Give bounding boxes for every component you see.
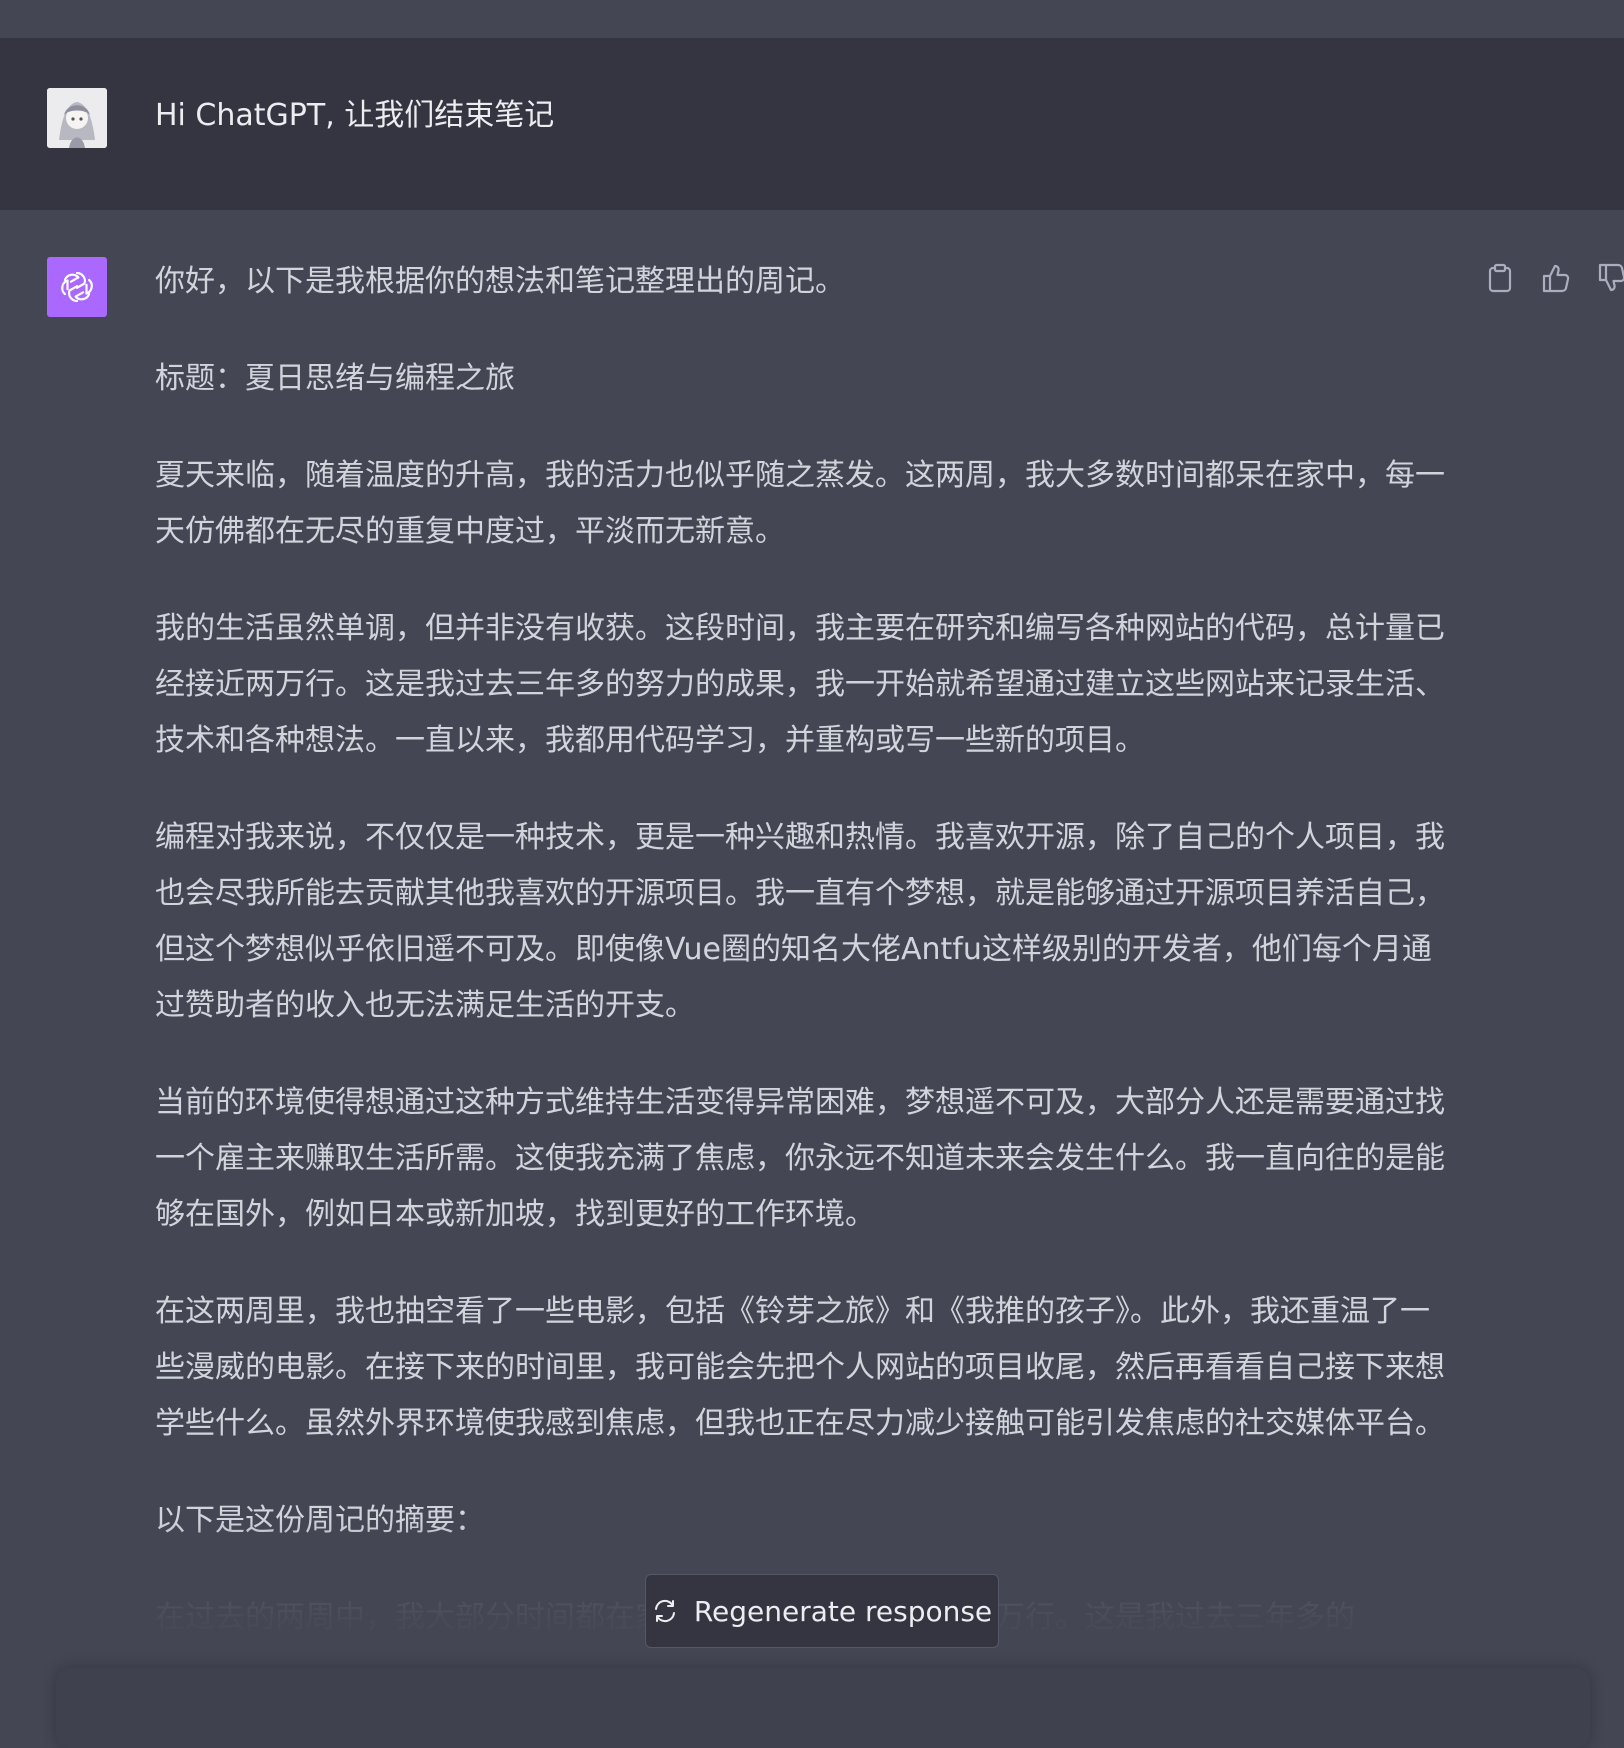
assistant-message-content: 你好，以下是我根据你的想法和笔记整理出的周记。 标题：夏日思绪与编程之旅 夏天来… <box>155 254 1445 1687</box>
message-actions <box>1482 260 1624 296</box>
assistant-paragraph: 在这两周里，我也抽空看了一些电影，包括《铃芽之旅》和《我推的孩子》。此外，我还重… <box>155 1294 1445 1441</box>
refresh-icon <box>654 1599 675 1623</box>
assistant-paragraph: 夏天来临，随着温度的升高，我的活力也似乎随之蒸发。这两周，我大多数时间都呆在家中… <box>155 458 1445 549</box>
assistant-message-row: 你好，以下是我根据你的想法和笔记整理出的周记。 标题：夏日思绪与编程之旅 夏天来… <box>0 210 1624 1706</box>
openai-logo-icon <box>61 271 93 303</box>
thumbs-up-icon <box>1542 264 1570 293</box>
assistant-paragraph: 标题：夏日思绪与编程之旅 <box>155 361 515 396</box>
dislike-button[interactable] <box>1594 260 1624 296</box>
copy-button[interactable] <box>1482 260 1518 296</box>
top-strip <box>0 0 1624 38</box>
user-avatar <box>47 88 107 148</box>
assistant-paragraph: 编程对我来说，不仅仅是一种技术，更是一种兴趣和热情。我喜欢开源，除了自己的个人项… <box>155 820 1445 1023</box>
assistant-paragraph: 我的生活虽然单调，但并非没有收获。这段时间，我主要在研究和编写各种网站的代码，总… <box>155 611 1445 758</box>
user-avatar-illustration <box>47 88 107 148</box>
chatgpt-avatar <box>47 257 107 317</box>
clipboard-icon <box>1488 263 1512 293</box>
assistant-paragraph: 当前的环境使得想通过这种方式维持生活变得异常困难，梦想遥不可及，大部分人还是需要… <box>155 1085 1445 1232</box>
regenerate-response-button[interactable]: Regenerate response <box>645 1574 999 1648</box>
message-input-box[interactable] <box>56 1668 1590 1748</box>
user-message-text: Hi ChatGPT, 让我们结束笔记 <box>155 98 555 133</box>
thumbs-down-icon <box>1598 263 1624 292</box>
assistant-paragraph: 你好，以下是我根据你的想法和笔记整理出的周记。 <box>155 264 845 299</box>
regenerate-label: Regenerate response <box>693 1594 993 1628</box>
assistant-paragraph: 以下是这份周记的摘要： <box>155 1503 485 1538</box>
like-button[interactable] <box>1538 260 1574 296</box>
user-message-row: Hi ChatGPT, 让我们结束笔记 <box>0 38 1624 210</box>
